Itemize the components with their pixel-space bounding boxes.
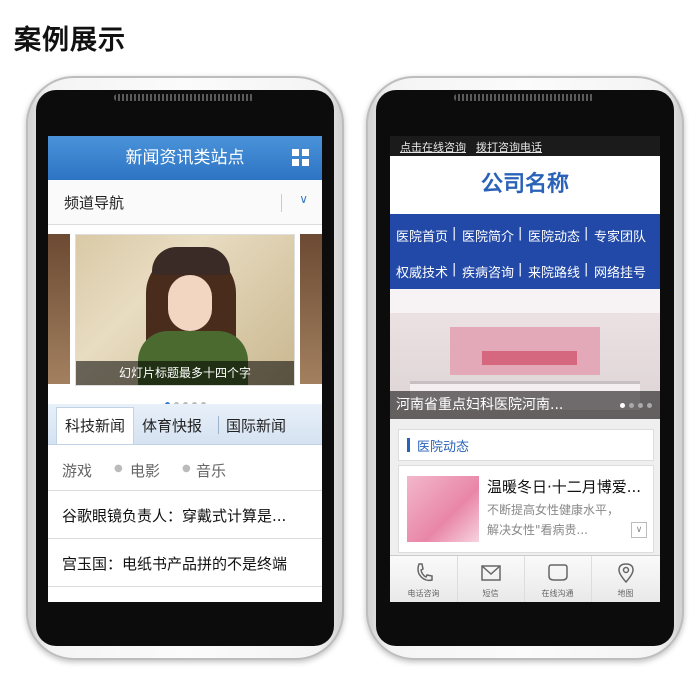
menu-consult[interactable]: 疾病咨询: [462, 262, 514, 281]
menu-divider: |: [518, 226, 523, 241]
right-speaker: [454, 94, 594, 101]
banner-caption: 河南省重点妇科医院河南...: [396, 397, 564, 413]
channel-nav-label: 频道导航: [64, 194, 125, 212]
slide-next[interactable]: [300, 234, 322, 384]
news-item[interactable]: 谷歌眼镜负责人：穿戴式计算是...: [48, 490, 322, 537]
menu-divider: |: [584, 262, 589, 277]
news-card-line: 不断提高女性健康水平，: [487, 503, 620, 517]
menu-divider: |: [518, 262, 523, 277]
site-title: 新闻资讯类站点: [125, 148, 245, 168]
footer-sms[interactable]: 短信: [457, 556, 525, 602]
left-header: 新闻资讯类站点: [48, 136, 322, 180]
image-slider[interactable]: 幻灯片标题最多十四个字: [48, 234, 322, 407]
page-title: 案例展示: [14, 25, 126, 56]
tab-tech[interactable]: 科技新闻: [56, 407, 134, 444]
category-row: 游戏 ● 电影 ● 音乐: [62, 460, 227, 481]
footer-bar: 电话咨询 短信 在线沟通 地图: [390, 555, 660, 602]
menu-intro[interactable]: 医院简介: [462, 226, 514, 245]
slide-current[interactable]: 幻灯片标题最多十四个字: [75, 234, 295, 386]
slide-image-hat: [152, 247, 230, 275]
company-logo[interactable]: 公司名称: [390, 156, 660, 214]
phone-consult-link[interactable]: 拨打咨询电话: [476, 139, 542, 155]
section-accent: [407, 438, 410, 452]
slide-prev[interactable]: [48, 234, 70, 384]
footer-label: 在线沟通: [541, 589, 574, 598]
menu-register[interactable]: 网络挂号: [594, 262, 646, 281]
menu-tech[interactable]: 权威技术: [396, 262, 448, 281]
news-card-title: 温暖冬日·十二月博爱...: [487, 478, 642, 496]
right-screen: 点击在线咨询 拨打咨询电话 公司名称 医院首页 | 医院简介 | 医院动态 | …: [390, 136, 660, 602]
section-header: 医院动态: [398, 429, 654, 461]
menu-news[interactable]: 医院动态: [528, 226, 580, 245]
phone-icon: [416, 563, 433, 582]
category-movies[interactable]: 电影: [130, 460, 160, 481]
section-title: 医院动态: [417, 440, 470, 455]
news-title: 谷歌眼镜负责人：穿戴式计算是...: [62, 507, 287, 525]
menu-experts[interactable]: 专家团队: [594, 226, 646, 245]
news-tabs: 科技新闻 体育快报 国际新闻: [48, 404, 322, 445]
news-card[interactable]: 温暖冬日·十二月博爱... 不断提高女性健康水平， 解决女性"看病贵... ∨: [398, 465, 654, 553]
left-phone: 新闻资讯类站点 频道导航 ∨ 幻灯片标题最多十四个字 科技新闻 体育快报 国际新…: [26, 76, 344, 660]
nav-divider: [281, 194, 282, 212]
hospital-banner[interactable]: 河南省重点妇科医院河南...: [390, 289, 660, 419]
banner-sign: [482, 351, 577, 365]
left-screen: 新闻资讯类站点 频道导航 ∨ 幻灯片标题最多十四个字 科技新闻 体育快报 国际新…: [48, 136, 322, 602]
slide-caption: 幻灯片标题最多十四个字: [76, 361, 294, 385]
map-pin-icon: [617, 563, 634, 584]
right-phone: 点击在线咨询 拨打咨询电话 公司名称 医院首页 | 医院简介 | 医院动态 | …: [366, 76, 684, 660]
banner-indicator: [616, 391, 652, 419]
footer-label: 电话咨询: [407, 589, 440, 598]
banner-ceiling: [390, 289, 660, 313]
tab-divider: [218, 416, 219, 434]
chevron-down-icon[interactable]: ∨: [299, 192, 308, 206]
menu-divider: |: [452, 262, 457, 277]
main-menu: 医院首页 | 医院简介 | 医院动态 | 专家团队 权威技术 | 疾病咨询 | …: [390, 214, 660, 289]
menu-route[interactable]: 来院路线: [528, 262, 580, 281]
chat-icon: [547, 564, 568, 581]
grid-menu-icon[interactable]: [292, 149, 310, 167]
footer-label: 地图: [617, 589, 634, 598]
footer-label: 短信: [482, 589, 499, 598]
banner-caption-bar: 河南省重点妇科医院河南...: [390, 391, 660, 419]
expand-chevron-icon[interactable]: ∨: [631, 522, 647, 538]
news-thumbnail: [407, 476, 479, 542]
footer-map[interactable]: 地图: [591, 556, 660, 602]
menu-home[interactable]: 医院首页: [396, 226, 448, 245]
online-consult-link[interactable]: 点击在线咨询: [400, 139, 466, 155]
left-speaker: [114, 94, 254, 101]
slide-image-face: [168, 275, 212, 331]
news-item[interactable]: [48, 586, 322, 602]
news-card-summary: 不断提高女性健康水平， 解决女性"看病贵...: [487, 500, 619, 540]
news-item[interactable]: 宫玉国：电纸书产品拼的不是终端: [48, 538, 322, 585]
envelope-icon: [480, 565, 501, 581]
channel-nav[interactable]: 频道导航 ∨: [48, 180, 322, 225]
news-card-line: 解决女性"看病贵...: [487, 523, 588, 537]
news-title: 宫玉国：电纸书产品拼的不是终端: [62, 555, 288, 573]
top-links-bar: 点击在线咨询 拨打咨询电话: [390, 136, 660, 156]
tab-sports[interactable]: 体育快报: [142, 408, 202, 444]
category-music[interactable]: 音乐: [196, 460, 226, 481]
footer-chat[interactable]: 在线沟通: [524, 556, 592, 602]
footer-phone[interactable]: 电话咨询: [390, 556, 458, 602]
category-games[interactable]: 游戏: [62, 460, 92, 481]
menu-divider: |: [452, 226, 457, 241]
tab-international[interactable]: 国际新闻: [226, 408, 286, 444]
menu-divider: |: [584, 226, 589, 241]
